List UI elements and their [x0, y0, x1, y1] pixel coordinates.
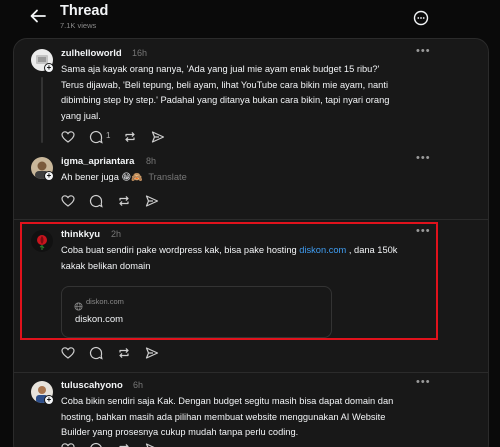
post-text-line: Builder yang prosesnya cukup mudah tanpa…: [61, 427, 299, 437]
share-icon[interactable]: [145, 346, 159, 360]
post-more-icon[interactable]: •••: [416, 376, 431, 388]
post-text: Sama aja kayak orang nanya, 'Ada yang ju…: [61, 62, 389, 124]
translate-link[interactable]: Translate: [148, 172, 186, 182]
reply-icon[interactable]: [89, 194, 103, 208]
post-text-line: Sama aja kayak orang nanya, 'Ada yang ju…: [61, 64, 380, 74]
thread-line: [41, 77, 43, 143]
like-icon[interactable]: [61, 346, 75, 360]
reply-icon[interactable]: [89, 130, 103, 144]
post-text-line: Terus dijawab, 'Beli tepung, beli ayam, …: [61, 79, 389, 90]
share-icon[interactable]: [151, 130, 165, 144]
like-icon[interactable]: [61, 442, 75, 447]
post-text-line: hosting, bahkan masih ada pilihan membua…: [61, 411, 386, 422]
post-text-line: dibimbing step by step.' Padahal yang di…: [61, 95, 390, 105]
divider: [14, 372, 488, 373]
view-count: 7.1K views: [60, 21, 97, 30]
username[interactable]: tuluscahyono: [61, 380, 123, 391]
repost-icon[interactable]: [117, 442, 131, 447]
divider: [14, 219, 488, 220]
repost-icon[interactable]: [123, 130, 137, 144]
repost-icon[interactable]: [117, 346, 131, 360]
share-icon[interactable]: [145, 194, 159, 208]
like-icon[interactable]: [61, 130, 75, 144]
follow-plus-icon[interactable]: +: [44, 63, 54, 73]
reply-icon[interactable]: [89, 442, 103, 447]
repost-icon[interactable]: [117, 194, 131, 208]
timestamp: 16h: [132, 48, 148, 58]
timestamp: 8h: [146, 156, 157, 166]
panel-more-icon[interactable]: •••: [416, 45, 431, 57]
reply-count: 1: [106, 131, 111, 140]
username[interactable]: igma_apriantara: [61, 156, 134, 167]
post-text: Ah bener juga 😁🙈 Translate: [61, 170, 187, 186]
top-bar: Thread 7.1K views: [0, 0, 500, 38]
follow-plus-icon[interactable]: +: [44, 395, 54, 405]
post-text-line: Coba bikin sendiri saja Kak. Dengan budg…: [61, 396, 394, 406]
timestamp: 6h: [133, 380, 144, 390]
like-icon[interactable]: [61, 194, 75, 208]
back-arrow-icon[interactable]: [28, 6, 52, 28]
more-options-icon[interactable]: [411, 8, 431, 28]
post-text-line: yang jual.: [61, 110, 101, 121]
follow-plus-icon[interactable]: +: [44, 171, 54, 181]
highlight-box: [20, 222, 438, 340]
username[interactable]: zulhelloworld: [61, 48, 122, 59]
post-text: Coba bikin sendiri saja Kak. Dengan budg…: [61, 394, 393, 441]
page-title: Thread: [60, 3, 109, 19]
post-more-icon[interactable]: •••: [416, 152, 431, 164]
reply-icon[interactable]: [89, 346, 103, 360]
post-text-body: Ah bener juga 😁🙈: [61, 172, 143, 182]
share-icon[interactable]: [145, 442, 159, 447]
